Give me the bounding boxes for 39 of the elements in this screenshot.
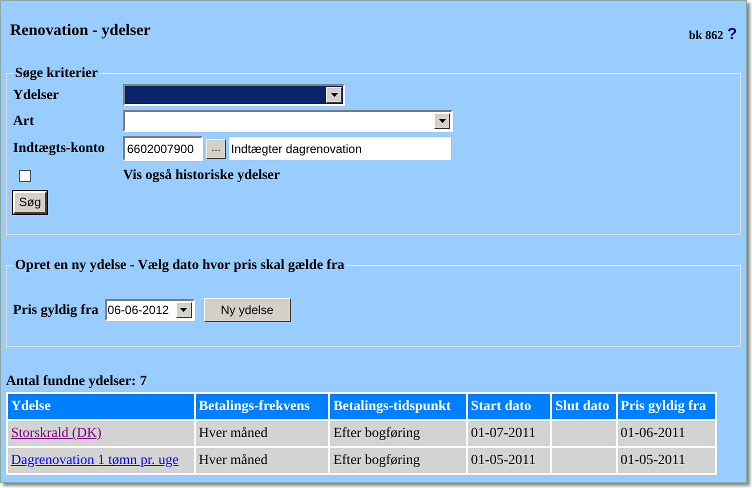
results-count: 7 — [140, 373, 147, 391]
account-description-field: Indtægter dagrenovation — [229, 137, 451, 160]
table-cell: 01-05-2011 — [616, 447, 716, 474]
field-label: Indtægts-konto — [13, 140, 106, 158]
dropdown-field[interactable] — [123, 84, 345, 106]
service-link[interactable]: Dagrenovation 1 tømn pr. uge — [11, 453, 179, 468]
field-label: Pris gyldig fra — [13, 302, 99, 320]
history-checkbox[interactable] — [19, 170, 31, 182]
table-cell — [551, 447, 617, 474]
page-title: Renovation - ydelser — [10, 21, 150, 41]
search-button[interactable]: Søg — [13, 190, 48, 214]
checkbox-label: Vis også historiske ydelser — [123, 167, 280, 185]
page-code: bk 862 — [688, 27, 724, 44]
section-legend: Søge kriterier — [13, 63, 100, 84]
date-dropdown[interactable]: 06-06-2012 — [104, 299, 195, 321]
column-header: Betalings-frekvens — [194, 393, 330, 420]
table-cell: 01-05-2011 — [466, 447, 552, 474]
column-header: Ydelse — [7, 393, 195, 420]
column-header: Pris gyldig fra — [616, 393, 716, 420]
table-cell: 01-07-2011 — [466, 420, 552, 447]
help-link[interactable]: ? — [727, 23, 737, 47]
table-cell — [551, 420, 617, 447]
table-cell: Hver måned — [194, 447, 330, 474]
dropdown-field[interactable] — [123, 110, 453, 132]
field-label: Ydelser — [13, 86, 60, 104]
field-label: Art — [13, 112, 35, 130]
table-cell: Efter bogføring — [329, 420, 467, 447]
table-cell: Efter bogføring — [329, 447, 467, 474]
table-cell: Hver måned — [194, 420, 330, 447]
account-field[interactable]: 6602007900 — [123, 136, 203, 161]
table-cell: 01-06-2011 — [616, 420, 716, 447]
column-header: Betalings-tidspunkt — [329, 393, 467, 420]
section-legend: Opret en ny ydelse - Vælg dato hvor pris skal gælde fra — [13, 255, 346, 276]
column-header: Slut dato — [551, 393, 617, 420]
new-service-button[interactable]: Ny ydelse — [204, 298, 291, 322]
service-link[interactable]: Storskrald (DK) — [11, 426, 102, 441]
column-header: Start dato — [466, 393, 552, 420]
lookup-button[interactable]: ... — [206, 138, 226, 158]
results-count-label: Antal fundne ydelser: — [6, 373, 136, 391]
